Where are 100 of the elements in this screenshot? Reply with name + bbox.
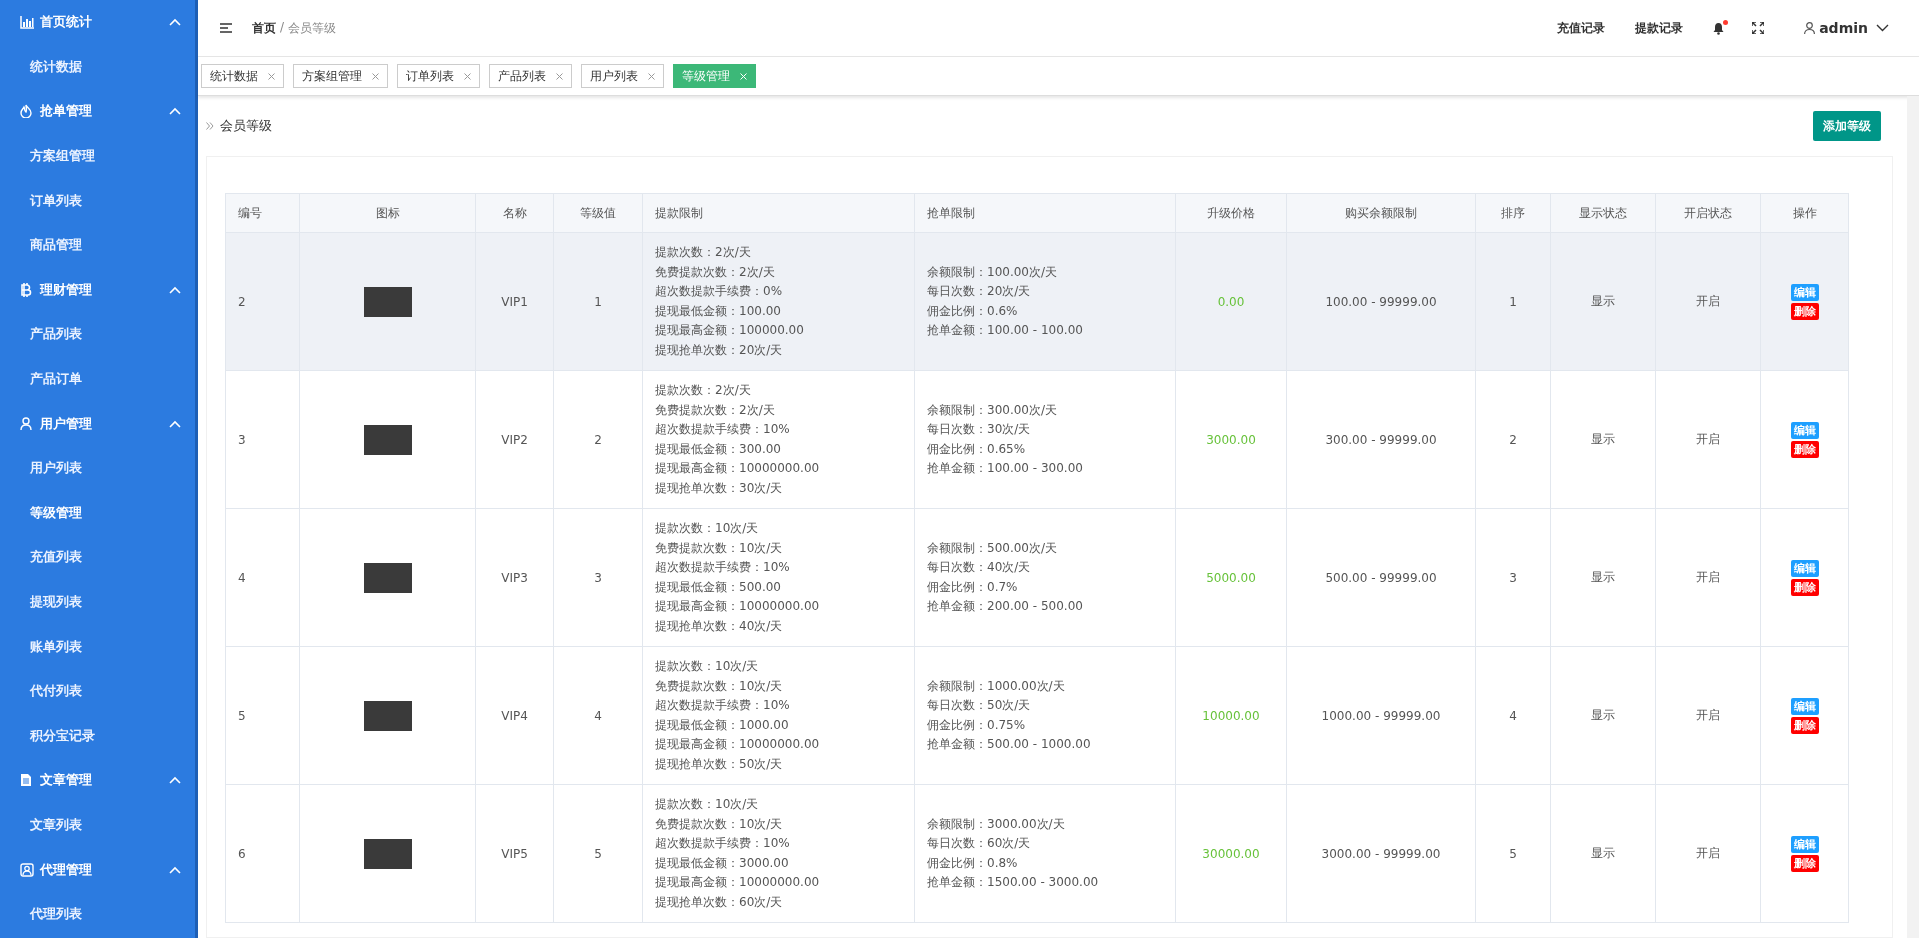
delete-button[interactable]: 删除 bbox=[1790, 716, 1819, 734]
column-header: 显示状态 bbox=[1550, 193, 1656, 233]
menu-icon[interactable] bbox=[220, 23, 232, 33]
table-cell: 开启 bbox=[1655, 646, 1761, 785]
page-tab[interactable]: 方案组管理 bbox=[293, 64, 388, 88]
header-link[interactable]: 提款记录 bbox=[1635, 19, 1684, 37]
menu-group[interactable]: 首页统计 bbox=[0, 0, 195, 45]
table-row[interactable]: 2 VIP1 1 提款次数：2次/天 免费提款次数：2次/天 超次数提款手续费：0% 提现最低金额：100.00 提现最高金额：100000.00 提现抢单次数：20次/天 余额限制：100.00次/天 每日次数：20次/天 佣金比例：0.6% 抢单金额：100.00 - 100.00 0.00 100.00 - 99999.00 1 显示 开启 编辑 删除 bbox=[225, 232, 1849, 371]
limit-text: 每日次数：20次/天 bbox=[927, 283, 1032, 300]
menu-item[interactable]: 产品订单 bbox=[0, 356, 195, 402]
menu-item[interactable]: 统计数据 bbox=[0, 44, 195, 90]
limit-text: 每日次数：50次/天 bbox=[927, 697, 1032, 714]
menu-item[interactable]: 账单列表 bbox=[0, 624, 195, 669]
page-tab[interactable]: 统计数据 bbox=[201, 64, 284, 88]
table-row[interactable]: 6 VIP5 5 提款次数：10次/天 免费提款次数：10次/天 超次数提款手续费：10% 提现最低金额：3000.00 提现最高金额：10000000.00 提现抢单次数：60次/天 余额限制：3000.00次/天 每日次数：60次/天 佣金比例：0.8% 抢单金额：1500.00 - 3000.00 30000.00 3000.00 - 99999.00 5 显示 开启 编辑 删除 bbox=[225, 784, 1849, 923]
page-tab[interactable]: 等级管理 bbox=[673, 64, 756, 88]
limit-text: 提款次数：10次/天 bbox=[655, 796, 760, 813]
table-row[interactable]: 4 VIP3 3 提款次数：10次/天 免费提款次数：10次/天 超次数提款手续费：10% 提现最低金额：500.00 提现最高金额：10000000.00 提现抢单次数：40次/天 余额限制：500.00次/天 每日次数：40次/天 佣金比例：0.7% 抢单金额：200.00 - 500.00 5000.00 500.00 - 99999.00 3 显示 开启 编辑 删除 bbox=[225, 508, 1849, 647]
delete-button[interactable]: 删除 bbox=[1790, 578, 1819, 596]
column-header: 排序 bbox=[1475, 193, 1551, 233]
limit-text: 提现最低金额：500.00 bbox=[655, 578, 782, 596]
column-header: 操作 bbox=[1760, 193, 1849, 233]
limit-text: 抢单金额：100.00 - 300.00 bbox=[927, 460, 1084, 477]
menu-item[interactable]: 方案组管理 bbox=[0, 133, 195, 179]
menu-item[interactable]: 提现列表 bbox=[0, 579, 195, 625]
limit-text: 提现最低金额：300.00 bbox=[655, 440, 782, 458]
table-cell: 3 bbox=[1475, 508, 1551, 647]
limit-text: 提款次数：10次/天 bbox=[655, 658, 760, 675]
menu-item[interactable]: 用户列表 bbox=[0, 445, 195, 491]
close-icon[interactable] bbox=[648, 72, 655, 80]
table-cell: VIP5 bbox=[475, 784, 554, 923]
limit-text: 抢单金额：200.00 - 500.00 bbox=[927, 598, 1084, 615]
header-link[interactable]: 充值记录 bbox=[1557, 19, 1606, 37]
add-level-button[interactable]: 添加等级 bbox=[1813, 111, 1881, 141]
table-cell: 3 bbox=[553, 508, 643, 647]
menu-group[interactable]: 抢单管理 bbox=[0, 89, 195, 134]
limit-text: 提现抢单次数：40次/天 bbox=[655, 617, 784, 635]
table-cell: 开启 bbox=[1655, 232, 1761, 371]
limit-text: 超次数提款手续费：10% bbox=[655, 835, 791, 852]
menu-item[interactable]: 积分宝记录 bbox=[0, 713, 195, 759]
limit-text: 每日次数：30次/天 bbox=[927, 421, 1032, 438]
chevron-down-icon[interactable] bbox=[1876, 24, 1889, 32]
delete-button[interactable]: 删除 bbox=[1790, 440, 1819, 458]
close-icon[interactable] bbox=[372, 72, 379, 80]
menu-item[interactable]: 充值列表 bbox=[0, 535, 195, 580]
menu-item[interactable]: 等级管理 bbox=[0, 490, 195, 536]
table-cell: 30000.00 bbox=[1175, 784, 1287, 923]
limit-text: 佣金比例：0.75% bbox=[927, 716, 1027, 734]
page-tab[interactable]: 用户列表 bbox=[581, 64, 664, 88]
edit-button[interactable]: 编辑 bbox=[1790, 421, 1819, 439]
limit-text: 提款次数：2次/天 bbox=[655, 244, 752, 261]
edit-button[interactable]: 编辑 bbox=[1790, 283, 1819, 301]
limit-text: 余额限制：100.00次/天 bbox=[927, 263, 1059, 281]
table-row[interactable]: 5 VIP4 4 提款次数：10次/天 免费提款次数：10次/天 超次数提款手续费：10% 提现最低金额：1000.00 提现最高金额：10000000.00 提现抢单次数：50次/天 余额限制：1000.00次/天 每日次数：50次/天 佣金比例：0.75% 抢单金额：500.00 - 1000.00 10000.00 1000.00 - 99999.00 4 显示 开启 编辑 删除 bbox=[225, 646, 1849, 785]
table-row[interactable]: 3 VIP2 2 提款次数：2次/天 免费提款次数：2次/天 超次数提款手续费：10% 提现最低金额：300.00 提现最高金额：10000000.00 提现抢单次数：30次/天 余额限制：300.00次/天 每日次数：30次/天 佣金比例：0.65% 抢单金额：100.00 - 300.00 3000.00 300.00 - 99999.00 2 显示 开启 编辑 删除 bbox=[225, 370, 1849, 509]
table-cell: 4 bbox=[1475, 646, 1551, 785]
edit-button[interactable]: 编辑 bbox=[1790, 559, 1819, 577]
table-cell: 4 bbox=[553, 646, 643, 785]
menu-item[interactable]: 商品管理 bbox=[0, 222, 195, 268]
edit-button[interactable]: 编辑 bbox=[1790, 697, 1819, 715]
page-tab[interactable]: 产品列表 bbox=[489, 64, 572, 88]
column-header: 升级价格 bbox=[1175, 193, 1287, 233]
menu-item[interactable]: 代理列表 bbox=[0, 891, 195, 937]
table-cell: 100.00 - 99999.00 bbox=[1286, 232, 1476, 371]
close-icon[interactable] bbox=[268, 72, 275, 80]
close-icon[interactable] bbox=[556, 72, 563, 80]
photo-placeholder bbox=[363, 700, 412, 731]
limit-text: 免费提款次数：10次/天 bbox=[655, 539, 784, 557]
edit-button[interactable]: 编辑 bbox=[1790, 835, 1819, 853]
delete-button[interactable]: 删除 bbox=[1790, 854, 1819, 872]
bitcoin-icon bbox=[20, 282, 32, 297]
menu-item[interactable]: 订单列表 bbox=[0, 178, 195, 223]
menu-group[interactable]: 代理管理 bbox=[0, 847, 195, 892]
limit-text: 提现抢单次数：30次/天 bbox=[655, 479, 784, 497]
limit-text: 抢单金额：100.00 - 100.00 bbox=[927, 322, 1084, 339]
limit-text: 提现最低金额：100.00 bbox=[655, 302, 782, 320]
menu-group[interactable]: 文章管理 bbox=[0, 758, 195, 803]
bell-icon[interactable] bbox=[1713, 21, 1725, 35]
limit-text: 佣金比例：0.6% bbox=[927, 302, 1019, 320]
fullscreen-icon[interactable] bbox=[1752, 22, 1765, 34]
table-cell: 显示 bbox=[1550, 232, 1656, 371]
menu-group[interactable]: 用户管理 bbox=[0, 401, 195, 446]
menu-item[interactable]: 代付列表 bbox=[0, 668, 195, 714]
page-tab[interactable]: 订单列表 bbox=[397, 64, 480, 88]
photo-placeholder bbox=[363, 424, 412, 455]
user-name[interactable]: admin bbox=[1819, 20, 1868, 36]
breadcrumb-link[interactable]: 首页 bbox=[252, 19, 276, 37]
menu-group[interactable]: 理财管理 bbox=[0, 267, 195, 313]
table-cell: 1000.00 - 99999.00 bbox=[1286, 646, 1476, 785]
delete-button[interactable]: 删除 bbox=[1790, 302, 1819, 320]
menu-item[interactable]: 文章列表 bbox=[0, 802, 195, 848]
limit-text: 余额限制：500.00次/天 bbox=[927, 539, 1059, 557]
limit-text: 免费提款次数：10次/天 bbox=[655, 677, 784, 695]
limit-text: 提款次数：10次/天 bbox=[655, 520, 760, 537]
close-icon[interactable] bbox=[464, 72, 471, 80]
column-header: 编号 bbox=[225, 193, 300, 233]
limit-text: 佣金比例：0.8% bbox=[927, 854, 1019, 872]
menu-item[interactable]: 产品列表 bbox=[0, 312, 195, 357]
table-cell: 开启 bbox=[1655, 508, 1761, 647]
limit-text: 超次数提款手续费：0% bbox=[655, 283, 784, 300]
